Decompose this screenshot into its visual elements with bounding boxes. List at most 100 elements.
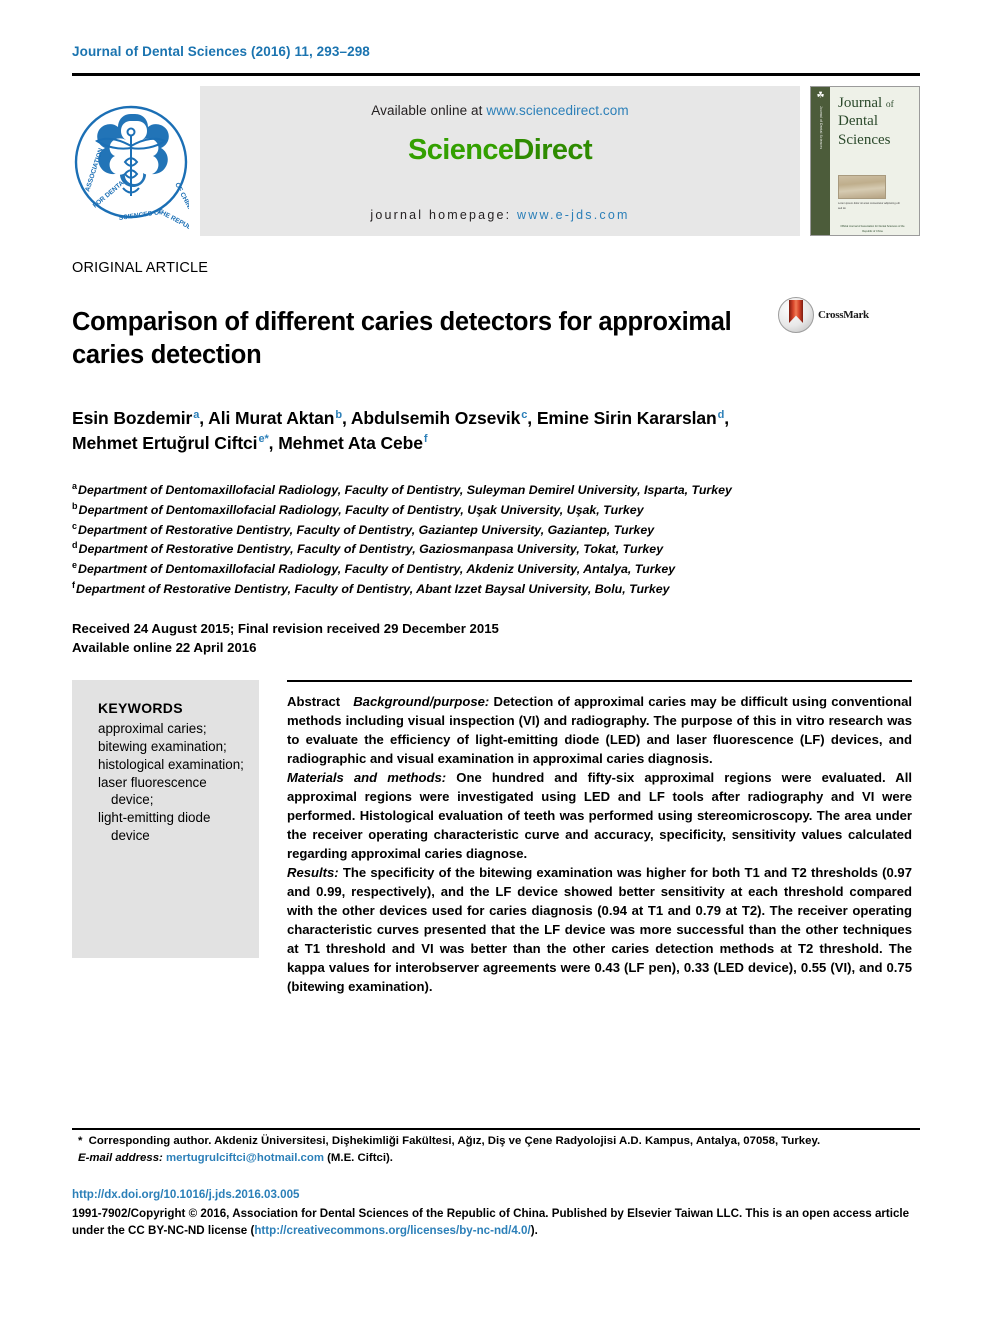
affiliation-item: fDepartment of Restorative Dentistry, Fa…	[72, 579, 832, 599]
abstract-body: Abstract Background/purpose: Detection o…	[287, 693, 912, 997]
keyword-item: laser fluorescence device;	[98, 774, 207, 808]
sciencedirect-banner: Available online at www.sciencedirect.co…	[200, 86, 800, 236]
cover-body: Journal of Dental Sciences Lorem ipsum d…	[830, 87, 919, 235]
crossmark-label: CrossMark	[818, 309, 869, 321]
svg-text:FOR DENTAL: FOR DENTAL	[92, 177, 129, 209]
author-name: Emine Sirin Kararslan	[536, 408, 717, 429]
journal-cover-thumbnail: ☘ Journal of Dental Sciences Journal of …	[810, 86, 920, 236]
corresponding-author-text: Corresponding author. Akdeniz Üniversite…	[85, 1135, 821, 1147]
doi-link[interactable]: http://dx.doi.org/10.1016/j.jds.2016.03.…	[72, 1187, 927, 1204]
wordmark-science: Science	[407, 134, 514, 166]
author-name: Mehmet Ata Cebe	[278, 433, 423, 454]
cover-title-line2: Dental	[838, 113, 878, 130]
author-name: Abdulsemih Ozsevik	[350, 408, 521, 429]
copyright-line: 1991-7902/Copyright © 2016, Association …	[72, 1206, 927, 1240]
email-line: E-mail address: mertugrulciftci@hotmail.…	[78, 1150, 923, 1167]
affiliation-text: Department of Restorative Dentistry, Fac…	[76, 581, 670, 596]
author-separator: ,	[199, 408, 209, 429]
affiliation-item: bDepartment of Dentomaxillofacial Radiol…	[72, 500, 832, 520]
journal-homepage-link[interactable]: www.e-jds.com	[517, 208, 630, 222]
cover-title: Journal of Dental Sciences	[838, 94, 913, 149]
corresponding-author-line: * Corresponding author. Akdeniz Üniversi…	[78, 1133, 923, 1150]
author-name: Esin Bozdemir	[72, 408, 193, 429]
abstract-section: Materials and methods: One hundred and f…	[287, 769, 912, 864]
affiliation-text: Department of Dentomaxillofacial Radiolo…	[78, 483, 732, 498]
author-name: Mehmet Ertuğrul Ciftci	[72, 433, 258, 454]
svg-text:THE REPUBLIC: THE REPUBLIC	[156, 208, 189, 234]
sciencedirect-wordmark: ScienceDirect	[407, 134, 593, 167]
dental-association-seal-icon: ASSOCIATION FOR DENTAL SCIENCES OF THE R…	[72, 86, 190, 236]
author-separator: ,	[268, 433, 279, 454]
abstract-section-text: The specificity of the bitewing examinat…	[287, 864, 912, 994]
affiliation-list: aDepartment of Dentomaxillofacial Radiol…	[72, 480, 832, 598]
wordmark-direct: Direct	[513, 134, 593, 166]
keyword-item: approximal caries;	[98, 721, 207, 737]
abstract-section: Abstract Background/purpose: Detection o…	[287, 693, 912, 769]
email-label: E-mail address:	[78, 1152, 163, 1165]
author-separator: ,	[342, 408, 351, 429]
affiliation-text: Department of Restorative Dentistry, Fac…	[78, 522, 655, 537]
page-title: Comparison of different caries detectors…	[72, 308, 732, 369]
abstract-section: Results: The specificity of the bitewing…	[287, 864, 912, 997]
author-affiliation-marker: f	[423, 433, 428, 446]
author-affiliation-marker: e*	[258, 433, 269, 446]
author-list: Esin Bozdemira, Ali Murat Aktanb, Abduls…	[72, 406, 772, 456]
svg-text:OF CHINA: OF CHINA	[173, 182, 189, 214]
abstract-label: Abstract	[287, 694, 341, 710]
affiliation-text: Department of Dentomaxillofacial Radiolo…	[78, 562, 676, 577]
author-separator: ,	[527, 408, 537, 429]
keyword-item: light-emitting diode device	[98, 810, 211, 844]
cover-spine-text: Journal of Dental Sciences	[818, 106, 823, 150]
title-row: Comparison of different caries detectors…	[72, 289, 920, 388]
abstract-column: Abstract Background/purpose: Detection o…	[287, 680, 912, 997]
abstract-section-heading: Results:	[287, 864, 339, 880]
journal-homepage-line: journal homepage: www.e-jds.com	[370, 208, 629, 222]
journal-masthead: ASSOCIATION FOR DENTAL SCIENCES OF THE R…	[72, 73, 920, 236]
crossmark-badge[interactable]: CrossMark	[778, 297, 869, 333]
email-link[interactable]: mertugrulciftci@hotmail.com	[166, 1152, 324, 1164]
homepage-prefix: journal homepage:	[370, 208, 517, 222]
abstract-section-heading: Materials and methods:	[287, 770, 447, 786]
author-name: Ali Murat Aktan	[208, 408, 335, 429]
keyword-item: histological examination;	[98, 756, 244, 772]
keyword-item: bitewing examination;	[98, 738, 227, 754]
copyright-text-post: ).	[530, 1223, 538, 1237]
crossmark-icon	[778, 297, 814, 333]
keywords-heading: KEYWORDS	[98, 700, 183, 717]
cover-spine-logo-icon: ☘	[816, 90, 825, 100]
affiliation-item: aDepartment of Dentomaxillofacial Radiol…	[72, 480, 832, 500]
cover-spine: ☘ Journal of Dental Sciences	[811, 87, 830, 235]
author-separator: ,	[724, 408, 729, 429]
article-type-label: ORIGINAL ARTICLE	[72, 260, 209, 276]
cover-caption: Lorem ipsum dolor sit amet consectetur a…	[838, 201, 900, 210]
corresponding-author-note: * Corresponding author. Akdeniz Üniversi…	[78, 1133, 923, 1167]
affiliation-text: Department of Dentomaxillofacial Radiolo…	[78, 502, 644, 517]
keywords-box: KEYWORDS approximal caries; bitewing exam…	[72, 680, 259, 959]
footnote-divider	[72, 1128, 920, 1130]
cover-footer-text: Official Journal of Association for Dent…	[840, 225, 905, 234]
license-link[interactable]: http://creativecommons.org/licenses/by-n…	[254, 1224, 530, 1237]
available-online-line: Available online at www.sciencedirect.co…	[371, 103, 629, 118]
affiliation-item: cDepartment of Restorative Dentistry, Fa…	[72, 520, 832, 540]
article-first-page: Journal of Dental Sciences (2016) 11, 29…	[0, 0, 992, 1323]
keywords-list: approximal caries; bitewing examination; h…	[98, 720, 245, 845]
abstract-section-heading: Background/purpose:	[353, 694, 490, 710]
author-affiliation-marker: b	[335, 408, 342, 421]
affiliation-item: eDepartment of Dentomaxillofacial Radiol…	[72, 559, 832, 579]
abstract-area: KEYWORDS approximal caries; bitewing exam…	[72, 680, 920, 997]
received-line: Received 24 August 2015; Final revision …	[72, 620, 499, 636]
affiliation-text: Department of Restorative Dentistry, Fac…	[78, 542, 664, 557]
cover-title-line1: Journal	[838, 95, 883, 111]
sciencedirect-link[interactable]: www.sciencedirect.com	[486, 103, 628, 118]
available-online-date: Available online 22 April 2016	[72, 640, 257, 656]
svg-text:ASSOCIATION: ASSOCIATION	[84, 147, 105, 192]
available-online-prefix: Available online at	[371, 103, 487, 118]
footnote-marker: *	[78, 1135, 83, 1147]
email-suffix: (M.E. Ciftci).	[323, 1152, 393, 1165]
cover-title-of: of	[885, 100, 894, 110]
cover-title-line3: Sciences	[838, 131, 891, 148]
affiliation-item: dDepartment of Restorative Dentistry, Fa…	[72, 539, 832, 559]
running-head: Journal of Dental Sciences (2016) 11, 29…	[72, 44, 370, 59]
cover-photo	[838, 174, 886, 199]
publishing-info: http://dx.doi.org/10.1016/j.jds.2016.03.…	[72, 1187, 927, 1239]
